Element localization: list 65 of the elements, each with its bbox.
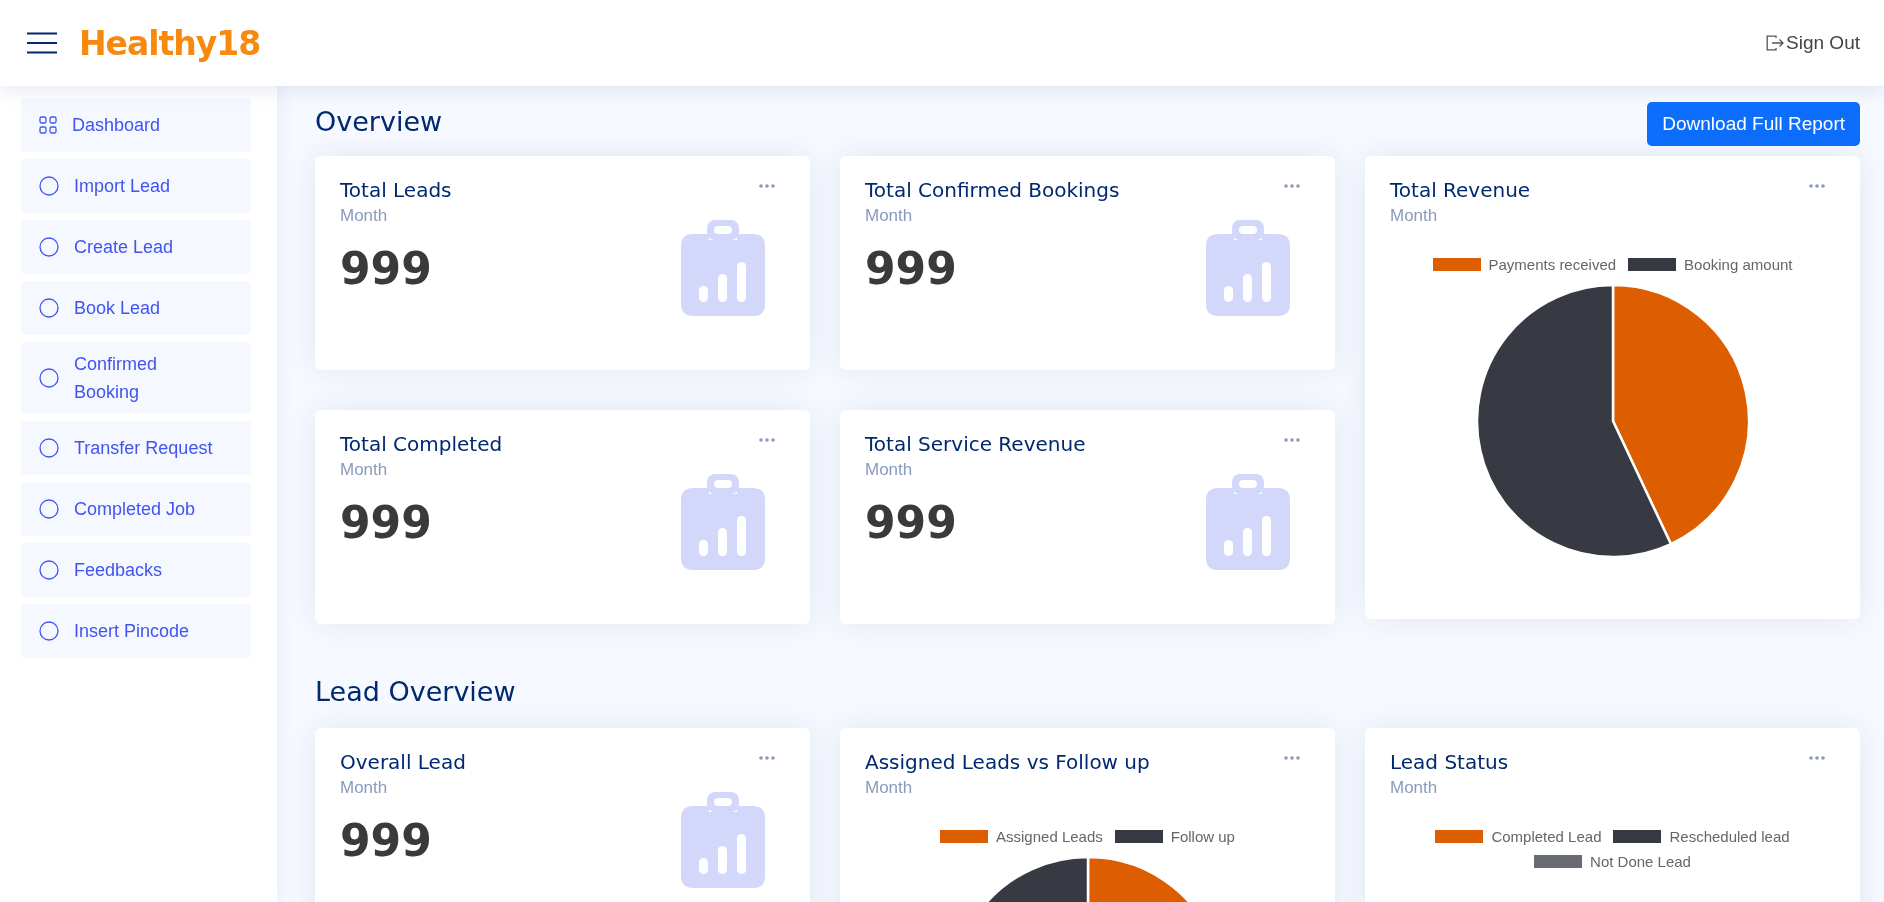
sidebar-item[interactable]: Insert Pincode (21, 604, 251, 658)
legend-label: Booking amount (1684, 256, 1793, 273)
section-title: Lead Overview (315, 675, 516, 707)
stat-value: 999 (865, 242, 957, 294)
clipboard-chart-icon (681, 220, 765, 316)
circle-icon (39, 298, 59, 318)
card-period: Month (340, 778, 389, 798)
more-icon[interactable] (759, 438, 775, 442)
sidebar-item[interactable]: Dashboard (21, 98, 251, 152)
more-icon[interactable] (1284, 756, 1300, 760)
legend-label: Rescheduled lead (1669, 828, 1790, 845)
sidebar-item[interactable]: Feedbacks (21, 543, 251, 597)
sign-out-icon (1766, 35, 1785, 51)
clipboard-chart-icon (1206, 474, 1290, 570)
card-title: Total Revenue (1390, 178, 1531, 202)
sidebar-item[interactable]: Transfer Request (21, 421, 251, 475)
circle-icon (39, 176, 59, 196)
legend-label: Follow up (1170, 828, 1235, 845)
stat-value: 999 (340, 814, 432, 866)
more-icon[interactable] (759, 184, 775, 188)
circle-icon (39, 560, 59, 580)
more-icon[interactable] (759, 756, 775, 760)
card-period: Month (865, 778, 914, 798)
card-title: Lead Status (1390, 750, 1509, 774)
card-period: Month (1390, 206, 1439, 226)
card-period: Month (865, 206, 914, 226)
card-period: Month (1390, 778, 1439, 798)
more-icon[interactable] (1284, 184, 1300, 188)
card-title: Total Confirmed Bookings (865, 178, 1120, 202)
stat-value: 999 (340, 242, 432, 294)
card-title: Total Leads (340, 178, 452, 202)
circle-icon (39, 621, 59, 641)
legend-label: Payments received (1488, 256, 1617, 273)
circle-icon (39, 368, 59, 388)
more-icon[interactable] (1809, 184, 1825, 188)
card-title: Total Completed (340, 432, 503, 456)
sidebar-item[interactable]: Book Lead (21, 281, 251, 335)
sidebar-item[interactable]: Create Lead (21, 220, 251, 274)
legend-label: Assigned Leads (996, 828, 1103, 845)
stat-value: 999 (340, 496, 432, 548)
circle-icon (39, 499, 59, 519)
card-title: Overall Lead (340, 750, 466, 774)
legend-label: Not Done Lead (1590, 853, 1691, 870)
more-icon[interactable] (1809, 756, 1825, 760)
circle-icon (39, 237, 59, 257)
card-title: Total Service Revenue (865, 432, 1086, 456)
menu-icon[interactable] (27, 32, 57, 54)
clipboard-chart-icon (681, 792, 765, 888)
card-period: Month (865, 460, 914, 480)
section-title: Overview (315, 105, 443, 137)
grid-icon (39, 116, 57, 134)
sidebar-item[interactable]: Completed Job (21, 482, 251, 536)
download-button[interactable]: Download Full Report (1647, 102, 1860, 146)
card-period: Month (340, 206, 389, 226)
clipboard-chart-icon (681, 474, 765, 570)
sidebar-item[interactable]: Confirmed Booking (21, 342, 251, 414)
clipboard-chart-icon (1206, 220, 1290, 316)
legend-label: Completed Lead (1491, 828, 1602, 845)
sign-out-link[interactable]: Sign Out (1766, 32, 1860, 54)
card-period: Month (340, 460, 389, 480)
card-title: Assigned Leads vs Follow up (865, 750, 1150, 774)
more-icon[interactable] (1284, 438, 1300, 442)
sidebar-item[interactable]: Import Lead (21, 159, 251, 213)
stat-value: 999 (865, 496, 957, 548)
circle-icon (39, 438, 59, 458)
